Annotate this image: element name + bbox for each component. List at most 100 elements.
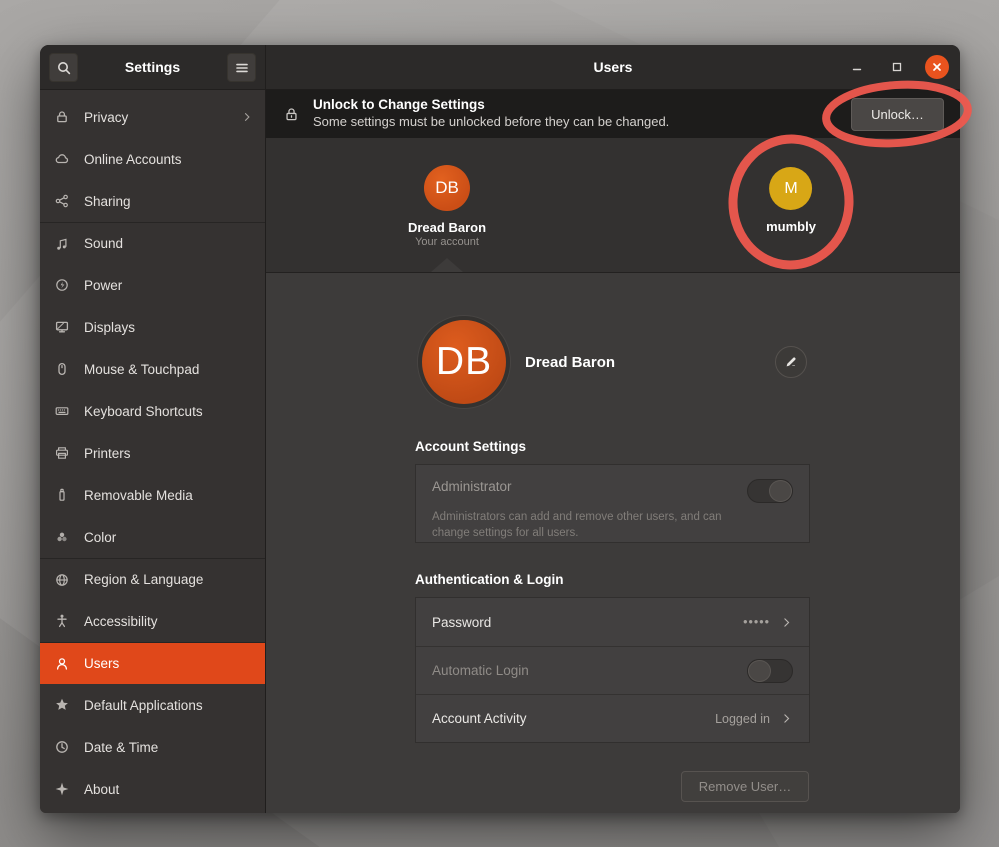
sidebar: Settings Privacy Online Accounts Shar	[40, 45, 266, 813]
user-details: DB Dread Baron Account Settings Administ…	[266, 273, 960, 813]
avatar: M	[770, 167, 813, 210]
administrator-label: Administrator	[432, 479, 512, 494]
maximize-button[interactable]	[885, 55, 909, 79]
chevron-right-icon	[780, 616, 793, 629]
sidebar-item-label: Default Applications	[84, 698, 253, 713]
maximize-icon	[890, 60, 904, 74]
administrator-toggle[interactable]	[747, 479, 793, 503]
window-controls	[845, 45, 949, 89]
section-heading-authentication: Authentication & Login	[415, 572, 563, 587]
password-label: Password	[432, 615, 743, 630]
sidebar-item-default-applications[interactable]: Default Applications	[40, 684, 265, 726]
user-subtitle: Your account	[408, 236, 486, 248]
profile-name: Dread Baron	[525, 354, 615, 371]
user-name: Dread Baron	[408, 220, 486, 235]
cloud-icon	[54, 151, 70, 167]
clock-icon	[54, 739, 70, 755]
carousel-user-dread-baron[interactable]: DB Dread Baron Your account	[408, 165, 486, 248]
search-button[interactable]	[49, 53, 78, 82]
unlock-banner: Unlock to Change Settings Some settings …	[266, 90, 960, 138]
user-carousel: DB Dread Baron Your account M mumbly	[266, 138, 960, 273]
sidebar-header: Settings	[40, 45, 265, 90]
remove-user-button[interactable]: Remove User…	[681, 771, 809, 802]
selected-user-pointer	[431, 258, 463, 272]
close-icon	[931, 61, 943, 73]
mouse-icon	[54, 361, 70, 377]
sidebar-item-privacy[interactable]: Privacy	[40, 96, 265, 138]
lock-icon	[54, 109, 70, 125]
sidebar-item-online-accounts[interactable]: Online Accounts	[40, 138, 265, 180]
profile-avatar[interactable]: DB	[418, 316, 510, 408]
sidebar-item-mouse-touchpad[interactable]: Mouse & Touchpad	[40, 348, 265, 390]
pencil-icon	[784, 355, 798, 369]
power-icon	[54, 277, 70, 293]
account-activity-row[interactable]: Account Activity Logged in	[416, 694, 809, 742]
star-icon	[54, 697, 70, 713]
sidebar-item-label: About	[84, 782, 253, 797]
color-dots-icon	[54, 529, 70, 545]
settings-window: Settings Privacy Online Accounts Shar	[40, 45, 960, 813]
carousel-user-mumbly[interactable]: M mumbly	[766, 167, 816, 234]
unlock-button[interactable]: Unlock…	[851, 98, 944, 131]
sidebar-item-removable-media[interactable]: Removable Media	[40, 474, 265, 516]
sidebar-item-displays[interactable]: Displays	[40, 306, 265, 348]
sidebar-item-sharing[interactable]: Sharing	[40, 180, 265, 222]
sidebar-item-date-time[interactable]: Date & Time	[40, 726, 265, 768]
password-value: •••••	[743, 615, 770, 629]
sparkle-icon	[54, 781, 70, 797]
window-title: Users	[594, 59, 633, 75]
account-activity-value: Logged in	[715, 712, 770, 726]
sidebar-item-label: Keyboard Shortcuts	[84, 404, 253, 419]
music-note-icon	[54, 236, 70, 252]
toggle-knob	[769, 480, 792, 502]
avatar: DB	[424, 165, 470, 211]
minimize-button[interactable]	[845, 55, 869, 79]
sidebar-item-label: Mouse & Touchpad	[84, 362, 253, 377]
sidebar-item-users[interactable]: Users	[40, 642, 265, 684]
search-icon	[56, 60, 72, 76]
sidebar-item-power[interactable]: Power	[40, 264, 265, 306]
main-panel: Users Unlock to Change Settings	[266, 45, 960, 813]
hamburger-menu-icon	[234, 60, 250, 76]
automatic-login-row: Automatic Login	[416, 646, 809, 694]
account-activity-label: Account Activity	[432, 711, 715, 726]
lock-icon	[283, 106, 300, 123]
close-button[interactable]	[925, 55, 949, 79]
share-icon	[54, 193, 70, 209]
printer-icon	[54, 445, 70, 461]
user-name: mumbly	[766, 219, 816, 234]
sidebar-item-label: Users	[84, 656, 253, 671]
sidebar-item-region-language[interactable]: Region & Language	[40, 558, 265, 600]
banner-title: Unlock to Change Settings	[313, 97, 851, 114]
chevron-right-icon	[780, 712, 793, 725]
sidebar-item-label: Accessibility	[84, 614, 253, 629]
banner-text: Unlock to Change Settings Some settings …	[313, 97, 851, 130]
sidebar-item-label: Printers	[84, 446, 253, 461]
authentication-card: Password ••••• Automatic Login Account A…	[415, 597, 810, 743]
automatic-login-toggle[interactable]	[747, 659, 793, 683]
sidebar-title: Settings	[125, 59, 180, 75]
edit-name-button[interactable]	[775, 346, 807, 378]
sidebar-item-keyboard-shortcuts[interactable]: Keyboard Shortcuts	[40, 390, 265, 432]
usb-drive-icon	[54, 487, 70, 503]
sidebar-item-color[interactable]: Color	[40, 516, 265, 558]
sidebar-item-label: Privacy	[84, 110, 227, 125]
sidebar-item-printers[interactable]: Printers	[40, 432, 265, 474]
menu-button[interactable]	[227, 53, 256, 82]
sidebar-item-label: Displays	[84, 320, 253, 335]
titlebar[interactable]: Users	[266, 45, 960, 90]
display-icon	[54, 319, 70, 335]
account-settings-card: Administrator Administrators can add and…	[415, 464, 810, 543]
password-row[interactable]: Password •••••	[416, 598, 809, 646]
sidebar-item-label: Color	[84, 530, 253, 545]
sidebar-item-label: Date & Time	[84, 740, 253, 755]
sidebar-item-sound[interactable]: Sound	[40, 222, 265, 264]
users-icon	[54, 656, 70, 672]
toggle-knob	[748, 660, 771, 682]
sidebar-item-accessibility[interactable]: Accessibility	[40, 600, 265, 642]
desktop-background: Settings Privacy Online Accounts Shar	[0, 0, 999, 847]
sidebar-item-label: Power	[84, 278, 253, 293]
sidebar-item-about[interactable]: About	[40, 768, 265, 810]
minimize-icon	[850, 60, 864, 74]
administrator-description: Administrators can add and remove other …	[432, 510, 732, 541]
